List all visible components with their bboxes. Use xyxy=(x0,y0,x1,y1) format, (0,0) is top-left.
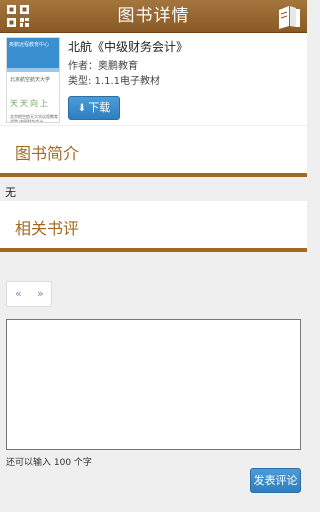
download-button[interactable]: ⬇ 下载 xyxy=(68,96,120,120)
cover-text: 北京航空航天大学远程教育学院 中级财务会计 xyxy=(10,114,58,123)
review-pager: « » xyxy=(6,281,52,307)
download-label: 下载 xyxy=(88,101,111,114)
cover-text: 北京航空航天大学 xyxy=(10,77,51,83)
reviews-heading: 相关书评 xyxy=(15,219,80,238)
download-icon: ⬇ xyxy=(77,103,87,114)
book-type: 类型: 1.1.1电子教材 xyxy=(68,76,160,87)
prev-page-button[interactable]: « xyxy=(15,287,22,300)
book-author: 作者：奥鹏教育 xyxy=(68,61,138,72)
page-title: 图书详情 xyxy=(117,6,190,26)
next-page-button[interactable]: » xyxy=(37,287,44,300)
reviews-section-header: 相关书评 xyxy=(0,201,307,252)
cover-text: 奥鹏远程教育中心 xyxy=(9,42,50,48)
cover-text: 天天向上 xyxy=(10,99,50,108)
intro-text: 无 xyxy=(5,186,16,199)
book-cover-image: 奥鹏远程教育中心 北京航空航天大学 天天向上 北京航空航天大学远程教育学院 中级… xyxy=(6,37,60,123)
books-icon[interactable] xyxy=(276,3,302,30)
comment-input[interactable] xyxy=(6,319,301,450)
intro-section-header: 图书简介 xyxy=(0,126,307,177)
book-title: 北航《中级财务会计》 xyxy=(68,40,189,54)
remaining-chars-text: 还可以输入 100 个字 xyxy=(6,458,92,468)
top-bar: 图书详情 xyxy=(0,0,307,33)
submit-comment-button[interactable]: 发表评论 xyxy=(250,468,301,493)
intro-heading: 图书简介 xyxy=(15,144,80,163)
